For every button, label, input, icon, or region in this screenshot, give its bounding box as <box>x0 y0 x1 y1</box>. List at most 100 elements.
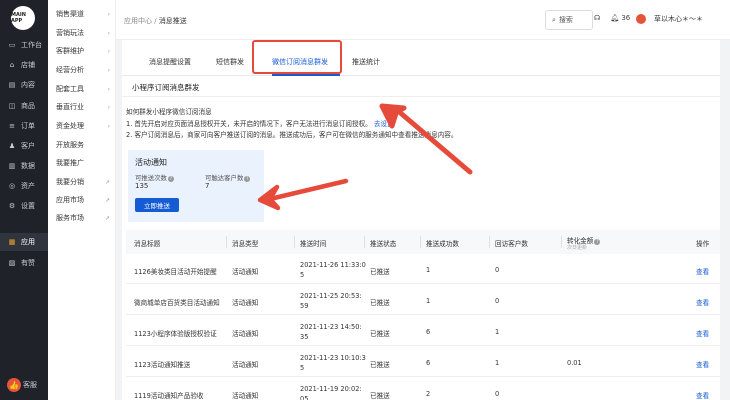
cell-visitors: 1 <box>495 359 500 367</box>
column-separator <box>294 236 295 248</box>
shop-logo[interactable]: MAIN APP <box>11 6 35 30</box>
search-button[interactable]: ⌕ 搜索 <box>545 10 593 30</box>
cell-type: 活动通知 <box>232 299 259 307</box>
tab-sms[interactable]: 短信群发 <box>216 57 244 67</box>
sidebar-item-orders[interactable]: ≡ 订单 <box>0 117 48 135</box>
sidebar-item-assets[interactable]: ◎ 资产 <box>0 177 48 195</box>
headset-icon[interactable]: ☊ <box>594 14 600 22</box>
view-link[interactable]: 查看 <box>696 297 709 307</box>
sidebar-item-label: 店铺 <box>21 61 35 69</box>
external-link-icon: ↗ <box>104 214 110 222</box>
breadcrumb-parent[interactable]: 应用中心 <box>124 17 152 25</box>
description-step1: 1. 首先开启对应页面消息授权开关，未开启的情况下，客户无法进行消息订阅授权。 … <box>126 118 394 128</box>
subnav-label: 垂直行业 <box>56 103 84 111</box>
top-header: 应用中心 / 消息推送 ⌕ 搜索 ☊ 🔔︎ 36 草以木心＊～＊ <box>116 0 730 40</box>
subnav-item-tools[interactable]: 配套工具 › <box>56 84 114 94</box>
sidebar-item-label: 商品 <box>21 102 35 110</box>
help-icon[interactable]: ? <box>244 176 251 182</box>
cell-type: 活动通知 <box>232 392 259 400</box>
sidebar-item-content[interactable]: ▤ 内容 <box>0 76 48 94</box>
subnav-item-service-market[interactable]: 服务市场 ↗ <box>56 213 114 223</box>
go-settings-link[interactable]: 去设置 <box>374 120 394 128</box>
shop-icon: ⌂ <box>9 61 15 69</box>
cell-title: 1119活动通知产品验收 <box>134 392 204 400</box>
view-link[interactable]: 查看 <box>696 266 709 276</box>
divider <box>122 96 720 97</box>
subnav-item-distribution[interactable]: 我要分销 ↗ <box>56 177 114 187</box>
sidebar-item-label: 数据 <box>21 162 35 170</box>
praise-icon: ▨ <box>8 259 16 267</box>
sidebar-item-apps[interactable]: ▦ 应用 <box>0 233 48 251</box>
column-header: 消息标题 <box>134 240 161 248</box>
subnav-label: 经营分析 <box>56 66 84 74</box>
sidebar-item-label: 客户 <box>21 142 35 150</box>
subnav-item-open-service[interactable]: 开放服务 <box>56 140 114 150</box>
asset-icon: ◎ <box>8 182 16 190</box>
column-header: 操作 <box>696 240 710 248</box>
subnav-item-marketing[interactable]: 营销玩法 › <box>56 28 114 38</box>
view-link[interactable]: 查看 <box>696 359 709 369</box>
cell-amount: 0.01 <box>567 359 582 367</box>
subnav-label: 开放服务 <box>56 141 84 149</box>
cell-time: 2021-11-19 20:02: <box>300 385 362 393</box>
bell-icon: 🔔︎ <box>610 14 620 22</box>
subnav-item-analysis[interactable]: 经营分析 › <box>56 65 114 75</box>
column-separator <box>420 236 421 248</box>
settings-icon: ⚙ <box>8 202 16 210</box>
subnav-item-app-market[interactable]: 应用市场 ↗ <box>56 195 114 205</box>
subnav-item-promotion[interactable]: 我要推广 <box>56 158 114 168</box>
sidebar-item-settings[interactable]: ⚙ 设置 <box>0 197 48 215</box>
notification-button[interactable]: 🔔︎ 36 <box>610 14 630 22</box>
external-link-icon: ↗ <box>104 196 110 204</box>
subnav-item-customer-groups[interactable]: 客群维护 › <box>56 46 114 56</box>
sidebar-item-shop[interactable]: ⌂ 店铺 <box>0 56 48 74</box>
push-count-value: 135 <box>135 182 149 190</box>
sidebar-item-goods[interactable]: ◫ 商品 <box>0 97 48 115</box>
main-content: 消息提醒设置 短信群发 微信订阅消息群发 推送统计 小程序订阅消息群发 如何群发… <box>122 40 720 400</box>
user-avatar <box>636 14 646 24</box>
apps-icon: ▦ <box>8 238 16 246</box>
subnav-item-funds[interactable]: 资金处理 › <box>56 121 114 131</box>
cell-success: 6 <box>426 359 431 367</box>
sidebar-item-label: 资产 <box>21 182 35 190</box>
cell-time-cont: 5 <box>300 364 305 372</box>
chevron-right-icon: › <box>107 66 110 74</box>
conversion-note: 次日更新 <box>567 245 588 251</box>
cell-success: 1 <box>426 266 431 274</box>
push-count-label-text: 可推送次数 <box>135 174 167 182</box>
goods-icon: ◫ <box>8 102 16 110</box>
customer-service-button[interactable]: 👍 客服 <box>7 378 37 392</box>
push-now-button[interactable]: 立即推送 <box>135 198 179 212</box>
table-row: 1123小程序体验版授权验证 活动通知 2021-11-23 14:50: 35… <box>126 316 720 346</box>
sidebar-item-label: 有赞 <box>21 259 35 267</box>
user-menu[interactable]: 草以木心＊～＊ <box>636 14 703 24</box>
cell-time: 2021-11-23 10:10:3 <box>300 354 366 362</box>
view-link[interactable]: 查看 <box>696 390 709 400</box>
cell-status: 已推送 <box>370 330 390 338</box>
subnav-label: 资金处理 <box>56 122 84 130</box>
help-icon[interactable]: ? <box>594 239 601 245</box>
sidebar-item-youzan[interactable]: ▨ 有赞 <box>0 254 48 272</box>
sidebar-item-customers[interactable]: ♟ 客户 <box>0 137 48 155</box>
view-link[interactable]: 查看 <box>696 328 709 338</box>
order-icon: ≡ <box>9 122 15 130</box>
cell-visitors: 0 <box>495 266 500 274</box>
cell-title: 1123小程序体验版授权验证 <box>134 330 217 338</box>
subnav-label: 营销玩法 <box>56 29 84 37</box>
cell-time: 2021-11-26 11:33:0 <box>300 261 366 269</box>
sidebar-item-workbench[interactable]: ▭ 工作台 <box>0 36 48 54</box>
tab-statistics[interactable]: 推送统计 <box>352 57 380 67</box>
sidebar-item-data[interactable]: ▥ 数据 <box>0 157 48 175</box>
subnav-item-sales-channel[interactable]: 销售渠道 › <box>56 9 114 19</box>
cell-title: 1126美妆类目活动开始提醒 <box>134 268 217 276</box>
chevron-right-icon: › <box>107 85 110 93</box>
annotation-highlight-box <box>252 40 342 74</box>
primary-sidebar: MAIN APP ▭ 工作台 ⌂ 店铺 ▤ 内容 ◫ 商品 ≡ 订单 ♟ 客户 ▥ 数据 ◎ 资… <box>0 0 48 400</box>
help-icon[interactable]: ? <box>167 176 174 182</box>
subnav-label: 配套工具 <box>56 85 84 93</box>
header-icons: ☊ 🔔︎ 36 <box>594 14 630 22</box>
service-label: 客服 <box>23 381 37 389</box>
subnav-label: 销售渠道 <box>56 10 84 18</box>
subnav-item-vertical[interactable]: 垂直行业 › <box>56 102 114 112</box>
tab-message-reminder[interactable]: 消息提醒设置 <box>149 57 191 67</box>
